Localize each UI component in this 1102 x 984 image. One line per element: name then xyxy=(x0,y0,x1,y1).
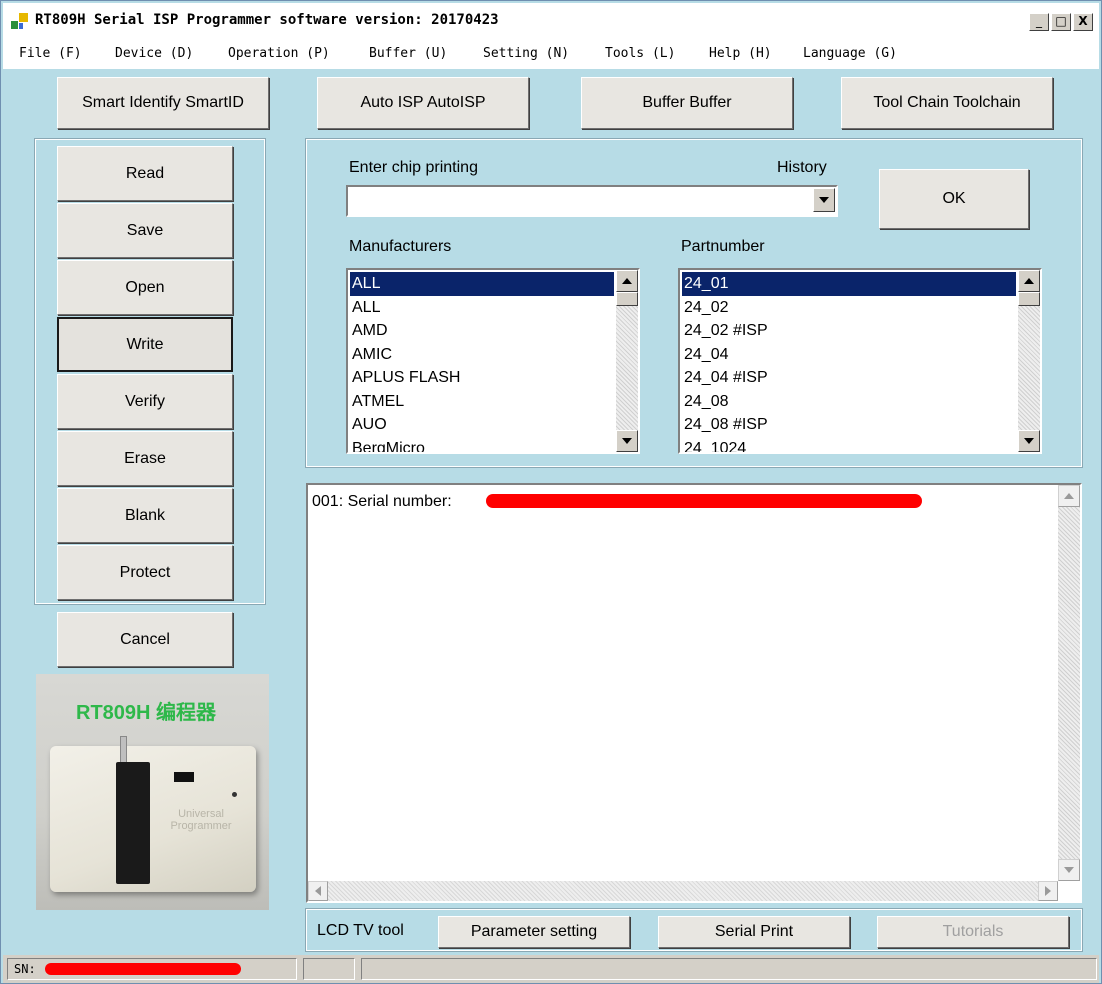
history-dropdown-button[interactable] xyxy=(813,188,835,212)
cancel-button[interactable]: Cancel xyxy=(57,612,233,667)
erase-button[interactable]: Erase xyxy=(57,431,233,486)
main-window: RT809H Serial ISP Programmer software ve… xyxy=(0,0,1102,984)
status-bar: SN: xyxy=(3,955,1099,983)
manufacturers-list[interactable]: ALL ALL AMD AMIC APLUS FLASH ATMEL AUO B… xyxy=(346,268,640,454)
log-vertical-scrollbar[interactable] xyxy=(1058,485,1080,881)
chevron-up-icon xyxy=(622,278,632,284)
menu-operation[interactable]: Operation (P) xyxy=(228,46,330,61)
read-button[interactable]: Read xyxy=(57,146,233,201)
scroll-down-button[interactable] xyxy=(1018,430,1040,452)
tutorials-button[interactable]: Tutorials xyxy=(877,916,1069,948)
chip-printing-label: Enter chip printing xyxy=(349,159,478,176)
list-item[interactable]: 24_01 xyxy=(682,272,1016,296)
chevron-down-icon xyxy=(1024,438,1034,444)
scroll-up-button[interactable] xyxy=(1018,270,1040,292)
partnumber-label: Partnumber xyxy=(681,238,765,255)
maximize-button[interactable]: □ xyxy=(1051,13,1071,31)
sn-label: SN: xyxy=(14,962,36,976)
zif-socket xyxy=(116,762,150,884)
chevron-right-icon xyxy=(1045,886,1051,896)
list-item[interactable]: ATMEL xyxy=(350,390,614,414)
list-item[interactable]: ALL xyxy=(350,272,614,296)
list-item[interactable]: 24_02 xyxy=(682,296,1016,320)
sn-redaction xyxy=(45,963,241,975)
history-label: History xyxy=(777,159,827,176)
log-line: 001: Serial number: xyxy=(312,493,452,510)
auto-isp-button[interactable]: Auto ISP AutoISP xyxy=(317,77,529,129)
smart-identify-button[interactable]: Smart Identify SmartID xyxy=(57,77,269,129)
scroll-up-button[interactable] xyxy=(616,270,638,292)
ok-button[interactable]: OK xyxy=(879,169,1029,229)
list-item[interactable]: BergMicro xyxy=(350,437,614,453)
device-label: Universal Programmer xyxy=(170,808,232,832)
manufacturers-items: ALL ALL AMD AMIC APLUS FLASH ATMEL AUO B… xyxy=(350,272,614,453)
lcd-tv-tool-label: LCD TV tool xyxy=(317,922,404,939)
serial-redaction xyxy=(486,494,922,508)
menu-language[interactable]: Language (G) xyxy=(803,46,897,61)
list-item[interactable]: 24_02 #ISP xyxy=(682,319,1016,343)
write-button[interactable]: Write xyxy=(57,317,233,372)
chevron-down-icon xyxy=(819,197,829,203)
chevron-up-icon xyxy=(1064,493,1074,499)
programmer-photo: RT809H 编程器 Universal Programmer xyxy=(36,674,269,910)
manufacturers-scrollbar[interactable] xyxy=(616,270,638,452)
menu-file[interactable]: File (F) xyxy=(19,46,82,61)
buffer-button[interactable]: Buffer Buffer xyxy=(581,77,793,129)
scroll-right-button[interactable] xyxy=(1038,881,1058,901)
save-button[interactable]: Save xyxy=(57,203,233,258)
serial-print-button[interactable]: Serial Print xyxy=(658,916,850,948)
protect-button[interactable]: Protect xyxy=(57,545,233,600)
list-item[interactable]: AUO xyxy=(350,413,614,437)
scroll-up-button[interactable] xyxy=(1058,485,1080,507)
blank-button[interactable]: Blank xyxy=(57,488,233,543)
chevron-up-icon xyxy=(1024,278,1034,284)
photo-title: RT809H 编程器 xyxy=(76,702,217,724)
minimize-button[interactable]: _ xyxy=(1029,13,1049,31)
parameter-setting-button[interactable]: Parameter setting xyxy=(438,916,630,948)
partnumber-scrollbar[interactable] xyxy=(1018,270,1040,452)
list-item[interactable]: APLUS FLASH xyxy=(350,366,614,390)
log-horizontal-scrollbar[interactable] xyxy=(308,881,1058,901)
device-led xyxy=(232,792,237,797)
list-item[interactable]: 24_04 #ISP xyxy=(682,366,1016,390)
menu-help[interactable]: Help (H) xyxy=(709,46,772,61)
menu-bar: File (F) Device (D) Operation (P) Buffer… xyxy=(3,37,1099,69)
tool-chain-button[interactable]: Tool Chain Toolchain xyxy=(841,77,1053,129)
verify-button[interactable]: Verify xyxy=(57,374,233,429)
list-item[interactable]: ALL xyxy=(350,296,614,320)
list-item[interactable]: 24_08 #ISP xyxy=(682,413,1016,437)
app-icon xyxy=(11,13,28,29)
list-item[interactable]: AMD xyxy=(350,319,614,343)
partnumber-items: 24_01 24_02 24_02 #ISP 24_04 24_04 #ISP … xyxy=(682,272,1016,453)
chevron-left-icon xyxy=(315,886,321,896)
scroll-left-button[interactable] xyxy=(308,881,328,901)
device-chip xyxy=(174,772,194,782)
list-item[interactable]: 24_04 xyxy=(682,343,1016,367)
close-button[interactable]: X xyxy=(1073,13,1093,31)
menu-buffer[interactable]: Buffer (U) xyxy=(369,46,447,61)
open-button[interactable]: Open xyxy=(57,260,233,315)
list-item[interactable]: 24_08 xyxy=(682,390,1016,414)
title-bar[interactable]: RT809H Serial ISP Programmer software ve… xyxy=(3,3,1099,37)
list-item[interactable]: 24_1024 xyxy=(682,437,1016,453)
list-item[interactable]: AMIC xyxy=(350,343,614,367)
scroll-thumb[interactable] xyxy=(1018,292,1040,306)
chip-printing-combo[interactable] xyxy=(346,185,838,217)
manufacturers-label: Manufacturers xyxy=(349,238,452,255)
scroll-down-button[interactable] xyxy=(616,430,638,452)
status-pane-2 xyxy=(303,958,355,980)
log-output[interactable]: 001: Serial number: xyxy=(306,483,1082,903)
scroll-thumb[interactable] xyxy=(616,292,638,306)
window-title: RT809H Serial ISP Programmer software ve… xyxy=(35,12,499,28)
chevron-down-icon xyxy=(622,438,632,444)
menu-device[interactable]: Device (D) xyxy=(115,46,193,61)
partnumber-list[interactable]: 24_01 24_02 24_02 #ISP 24_04 24_04 #ISP … xyxy=(678,268,1042,454)
chevron-down-icon xyxy=(1064,867,1074,873)
menu-tools[interactable]: Tools (L) xyxy=(605,46,675,61)
menu-setting[interactable]: Setting (N) xyxy=(483,46,569,61)
scroll-down-button[interactable] xyxy=(1058,859,1080,881)
status-pane-3 xyxy=(361,958,1097,980)
